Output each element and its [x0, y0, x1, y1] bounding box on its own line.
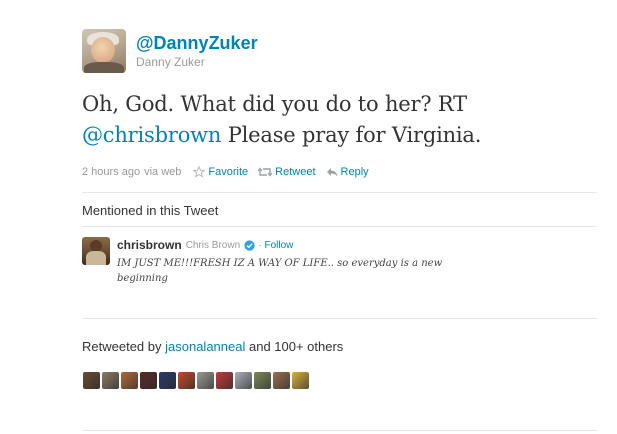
divider: [82, 430, 597, 431]
tweet-text: Oh, God. What did you do to her? RT @chr…: [82, 89, 602, 151]
divider: [82, 226, 597, 227]
mentioned-user-avatar[interactable]: [82, 237, 110, 265]
retweeter-avatar[interactable]: [197, 372, 214, 389]
retweet-label: Retweet: [275, 166, 316, 178]
author-avatar[interactable]: [82, 29, 126, 73]
reply-label: Reply: [340, 166, 369, 178]
retweeter-avatars: [83, 372, 311, 389]
retweeter-link[interactable]: jasonalanneal: [165, 339, 245, 354]
tweet-timestamp[interactable]: 2 hours ago: [82, 166, 140, 178]
retweeter-avatar[interactable]: [178, 372, 195, 389]
mentioned-user-bio: IM JUST ME!!!FRESH IZ A WAY OF LIFE.. so…: [117, 256, 557, 286]
retweeted-by-prefix: Retweeted by: [82, 339, 162, 354]
author-screen-name[interactable]: @DannyZuker: [136, 33, 258, 54]
retweeted-by-suffix[interactable]: and 100+ others: [249, 339, 343, 354]
tweet-text-line1: Oh, God. What did you do to her? RT: [82, 92, 467, 116]
tweet-mention-link[interactable]: @chrisbrown: [82, 123, 221, 147]
reply-icon: [326, 168, 338, 177]
retweeter-avatar[interactable]: [273, 372, 290, 389]
bio-line-2: beginning: [117, 273, 168, 284]
verified-badge-icon: [244, 239, 255, 251]
author-full-name: Danny Zuker: [136, 55, 205, 69]
mentioned-user-full-name: Chris Brown: [185, 239, 241, 251]
tweet-text-line2: Please pray for Virginia.: [221, 123, 482, 147]
mentioned-user-header: chrisbrown Chris Brown · Follow: [117, 238, 293, 252]
favorite-label: Favorite: [208, 166, 249, 178]
star-icon: [193, 166, 206, 178]
follow-button[interactable]: · Follow: [258, 240, 293, 251]
bio-line-1: IM JUST ME!!!FRESH IZ A WAY OF LIFE.. so…: [117, 258, 443, 269]
retweeter-avatar[interactable]: [159, 372, 176, 389]
retweet-icon: [258, 167, 273, 177]
retweeter-avatar[interactable]: [102, 372, 119, 389]
retweeter-avatar[interactable]: [254, 372, 271, 389]
favorite-button[interactable]: Favorite: [193, 166, 248, 178]
retweet-button[interactable]: Retweet: [258, 166, 316, 178]
retweeter-avatar[interactable]: [121, 372, 138, 389]
retweeter-avatar[interactable]: [216, 372, 233, 389]
tweet-source: via web: [144, 166, 182, 178]
tweet-meta: 2 hours ago via web Favorite Retweet Rep…: [82, 166, 379, 178]
mentioned-section-title: Mentioned in this Tweet: [82, 203, 219, 218]
retweeter-avatar[interactable]: [83, 372, 100, 389]
divider: [82, 192, 597, 193]
reply-button[interactable]: Reply: [326, 166, 369, 178]
retweeter-avatar[interactable]: [140, 372, 157, 389]
follow-label: Follow: [264, 239, 294, 251]
divider: [82, 318, 597, 319]
retweeter-avatar[interactable]: [235, 372, 252, 389]
retweeted-by-line: Retweeted by jasonalanneal and 100+ othe…: [82, 339, 343, 354]
mentioned-user-screen-name[interactable]: chrisbrown: [117, 238, 182, 252]
retweeter-avatar[interactable]: [292, 372, 309, 389]
